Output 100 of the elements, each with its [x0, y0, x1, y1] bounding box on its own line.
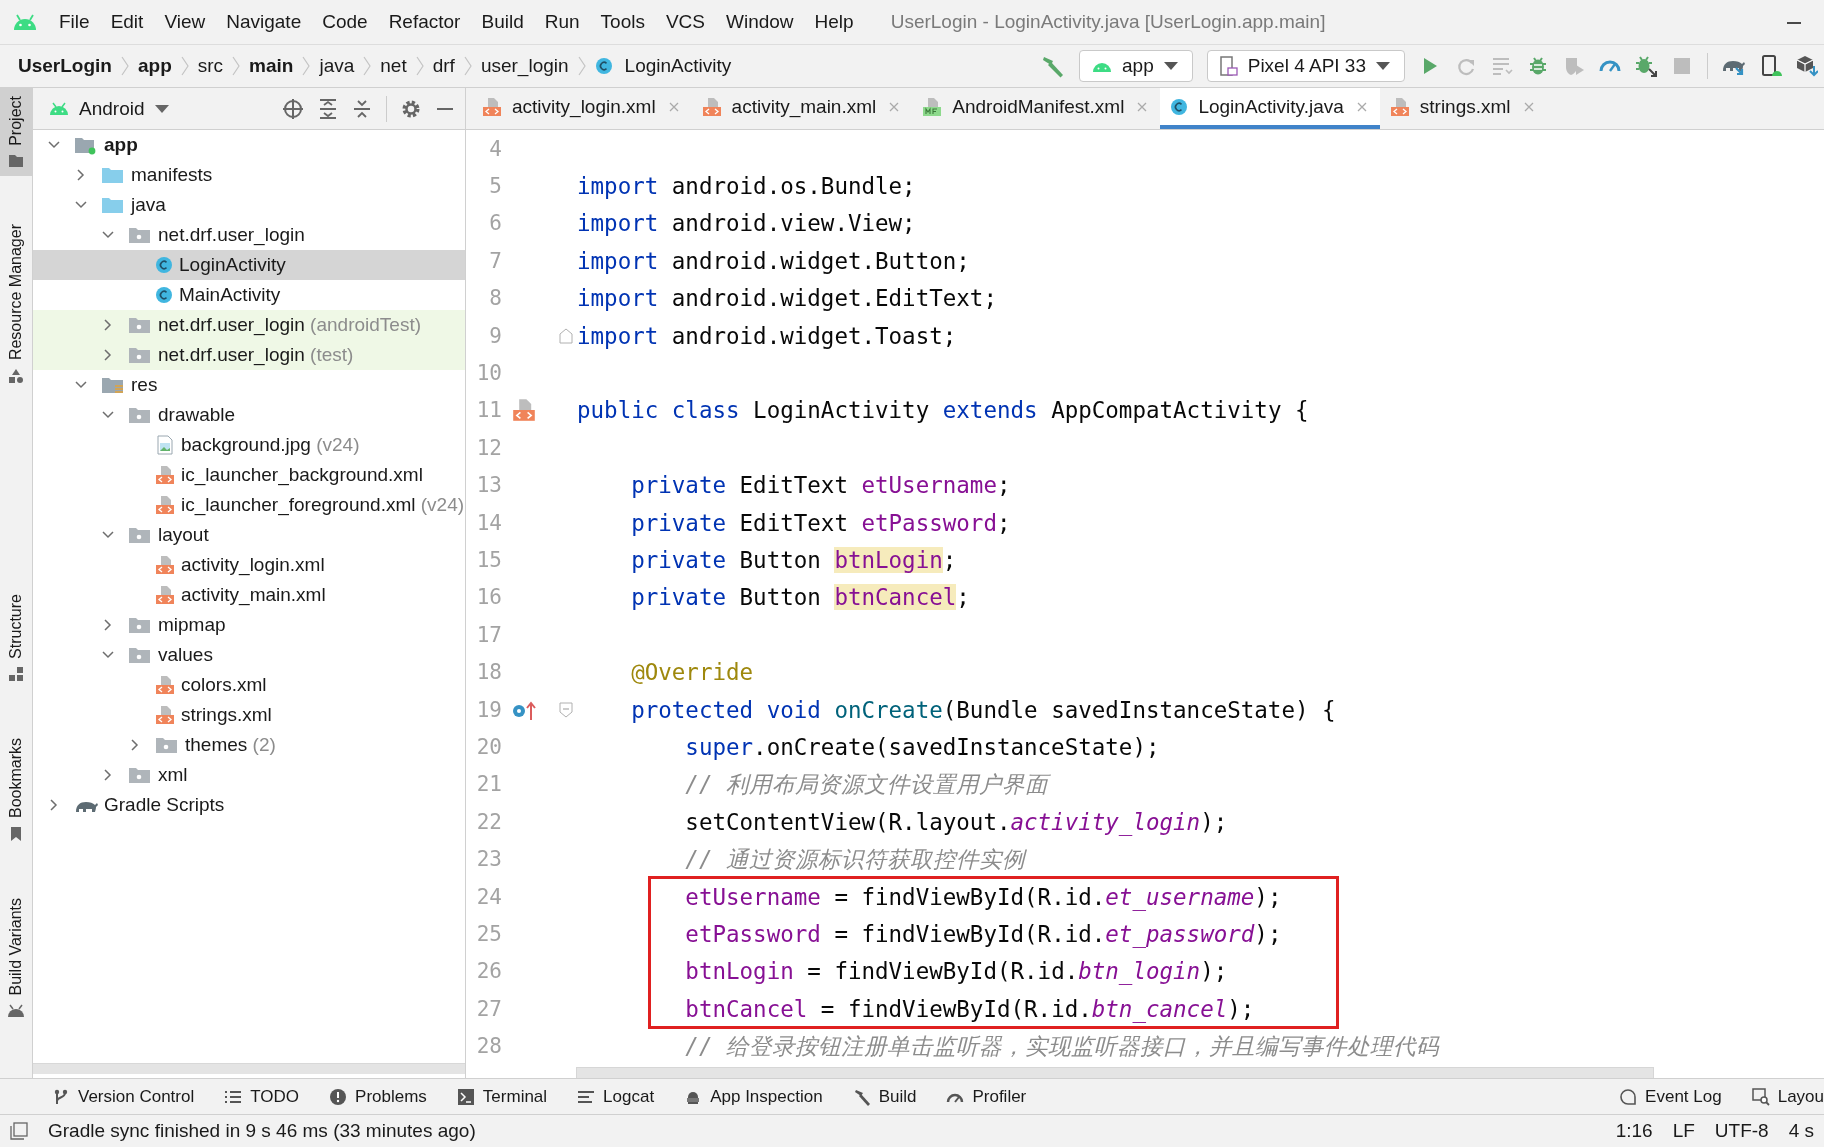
hammer-icon[interactable]: [1041, 54, 1065, 78]
tool-window-button[interactable]: Profiler: [946, 1086, 1027, 1107]
tool-window-button[interactable]: Version Control: [52, 1086, 195, 1107]
menu-item[interactable]: Code: [322, 9, 368, 35]
line-number: 28: [475, 1034, 502, 1059]
breadcrumb-item[interactable]: java: [319, 55, 355, 77]
code-line: // 通过资源标识符获取控件实例: [684, 844, 1025, 874]
menu-item[interactable]: Build: [481, 9, 524, 35]
tool-window-tab[interactable]: Bookmarks: [0, 730, 32, 851]
tool-window-button[interactable]: Problems: [329, 1086, 427, 1107]
line-number: 5: [488, 174, 502, 199]
tree-item[interactable]: layout: [33, 520, 465, 550]
tree-item[interactable]: activity_login.xml: [33, 550, 465, 580]
tree-item[interactable]: values: [33, 640, 465, 670]
code-line: private Button btnLogin;: [630, 547, 957, 573]
tool-window-button[interactable]: App Inspection: [684, 1086, 823, 1107]
code-line: import android.widget.Toast;: [577, 322, 957, 349]
tree-item[interactable]: LoginActivity: [33, 250, 465, 280]
tree-item[interactable]: drawable: [33, 400, 465, 430]
tree-item[interactable]: MainActivity: [33, 280, 465, 310]
menu-item[interactable]: Edit: [110, 9, 144, 35]
tree-item[interactable]: ic_launcher_background.xml: [33, 460, 465, 490]
folder-icon: [8, 153, 24, 168]
window-toggle-icon[interactable]: [10, 1122, 28, 1140]
fold-marker-icon[interactable]: [559, 701, 573, 718]
menu-item[interactable]: Window: [726, 9, 794, 35]
breadcrumb-item[interactable]: user_login: [480, 55, 569, 77]
tree-item[interactable]: Gradle Scripts: [33, 790, 465, 820]
caret-icon: [1376, 62, 1390, 70]
package-folder-icon: [128, 765, 152, 785]
tool-window-tab[interactable]: Resource Manager: [0, 215, 32, 392]
breadcrumb-item[interactable]: net: [380, 55, 407, 77]
tree-item[interactable]: java: [33, 190, 465, 220]
tree-item[interactable]: app: [33, 130, 465, 160]
tool-window-tab[interactable]: Structure: [0, 585, 32, 691]
device-dropdown[interactable]: Pixel 4 API 33: [1206, 50, 1405, 82]
tool-window-tab[interactable]: Project: [0, 88, 32, 176]
tool-window-button[interactable]: Terminal: [456, 1086, 548, 1107]
xml-file-icon: [155, 465, 175, 485]
scrollbar[interactable]: [576, 1066, 1654, 1078]
bookmark-icon: [9, 826, 23, 843]
editor-tab[interactable]: activity_main.xml: [691, 88, 913, 129]
tree-item[interactable]: net.drf.user_login (androidTest): [33, 310, 465, 340]
status-item[interactable]: LF: [1672, 1120, 1695, 1142]
run-config-dropdown[interactable]: app: [1079, 50, 1193, 82]
bug-icon[interactable]: [1527, 55, 1549, 77]
expand-all-icon[interactable]: [318, 97, 338, 120]
tree-item[interactable]: themes (2): [33, 730, 465, 760]
editor-tab[interactable]: LoginActivity.java: [1160, 88, 1380, 129]
tool-window-button[interactable]: Event Log: [1619, 1086, 1722, 1107]
status-item[interactable]: UTF-8: [1714, 1120, 1769, 1142]
project-view-dropdown[interactable]: Android: [49, 97, 169, 120]
line-number: 19: [475, 697, 502, 722]
menu-item[interactable]: Navigate: [226, 9, 302, 35]
menu-item[interactable]: Run: [544, 9, 580, 35]
crosshair-icon[interactable]: [282, 97, 304, 120]
tree-item[interactable]: res: [33, 370, 465, 400]
tool-window-tab[interactable]: Build Variants: [0, 890, 32, 1026]
fold-marker-icon[interactable]: [559, 327, 573, 344]
breadcrumb-item[interactable]: LoginActivity: [594, 55, 732, 77]
settings-icon[interactable]: [401, 98, 421, 119]
scrollbar[interactable]: [33, 1063, 465, 1074]
menu-item[interactable]: Tools: [600, 9, 645, 35]
tree-item[interactable]: colors.xml: [33, 670, 465, 700]
tree-item[interactable]: net.drf.user_login: [33, 220, 465, 250]
phone-android-icon[interactable]: [1760, 55, 1782, 77]
breadcrumb-item[interactable]: UserLogin: [18, 55, 112, 77]
breadcrumb-item[interactable]: src: [197, 55, 224, 77]
tree-item[interactable]: net.drf.user_login (test): [33, 340, 465, 370]
tool-window-button[interactable]: Build: [852, 1086, 917, 1107]
xml-file-icon: [155, 585, 175, 605]
tree-item[interactable]: mipmap: [33, 610, 465, 640]
editor-tab[interactable]: AndroidManifest.xml: [912, 88, 1161, 129]
tool-window-button[interactable]: Logcat: [577, 1086, 655, 1107]
breadcrumb-item[interactable]: drf: [432, 55, 455, 77]
tree-item[interactable]: xml: [33, 760, 465, 790]
bug-arrow-icon[interactable]: [1635, 55, 1657, 77]
breadcrumb-item[interactable]: main: [249, 55, 294, 77]
menu-item[interactable]: Refactor: [388, 9, 461, 35]
editor-tab[interactable]: strings.xml: [1379, 88, 1547, 129]
menu-item[interactable]: Help: [814, 9, 854, 35]
tool-window-button[interactable]: TODO: [224, 1086, 300, 1107]
status-item[interactable]: 4 s: [1788, 1120, 1814, 1142]
tool-window-button[interactable]: Layou: [1751, 1086, 1824, 1107]
collapse-all-icon[interactable]: [352, 97, 372, 120]
status-item[interactable]: 1:16: [1615, 1120, 1653, 1142]
tree-item[interactable]: strings.xml: [33, 700, 465, 730]
line-number: 21: [475, 772, 502, 797]
tree-item[interactable]: background.jpg (v24): [33, 430, 465, 460]
breadcrumb-item[interactable]: app: [137, 55, 172, 77]
editor-tab[interactable]: activity_login.xml: [472, 88, 692, 129]
menu-item[interactable]: View: [164, 9, 206, 35]
chevron-right-icon: [179, 54, 190, 78]
menu-item[interactable]: File: [59, 9, 90, 35]
tree-item[interactable]: activity_main.xml: [33, 580, 465, 610]
cube-download-icon[interactable]: [1796, 55, 1818, 77]
tree-item[interactable]: ic_launcher_foreground.xml (v24): [33, 490, 465, 520]
xml-file-icon[interactable]: [512, 398, 536, 423]
menu-item[interactable]: VCS: [665, 9, 705, 35]
tree-item[interactable]: manifests: [33, 160, 465, 190]
